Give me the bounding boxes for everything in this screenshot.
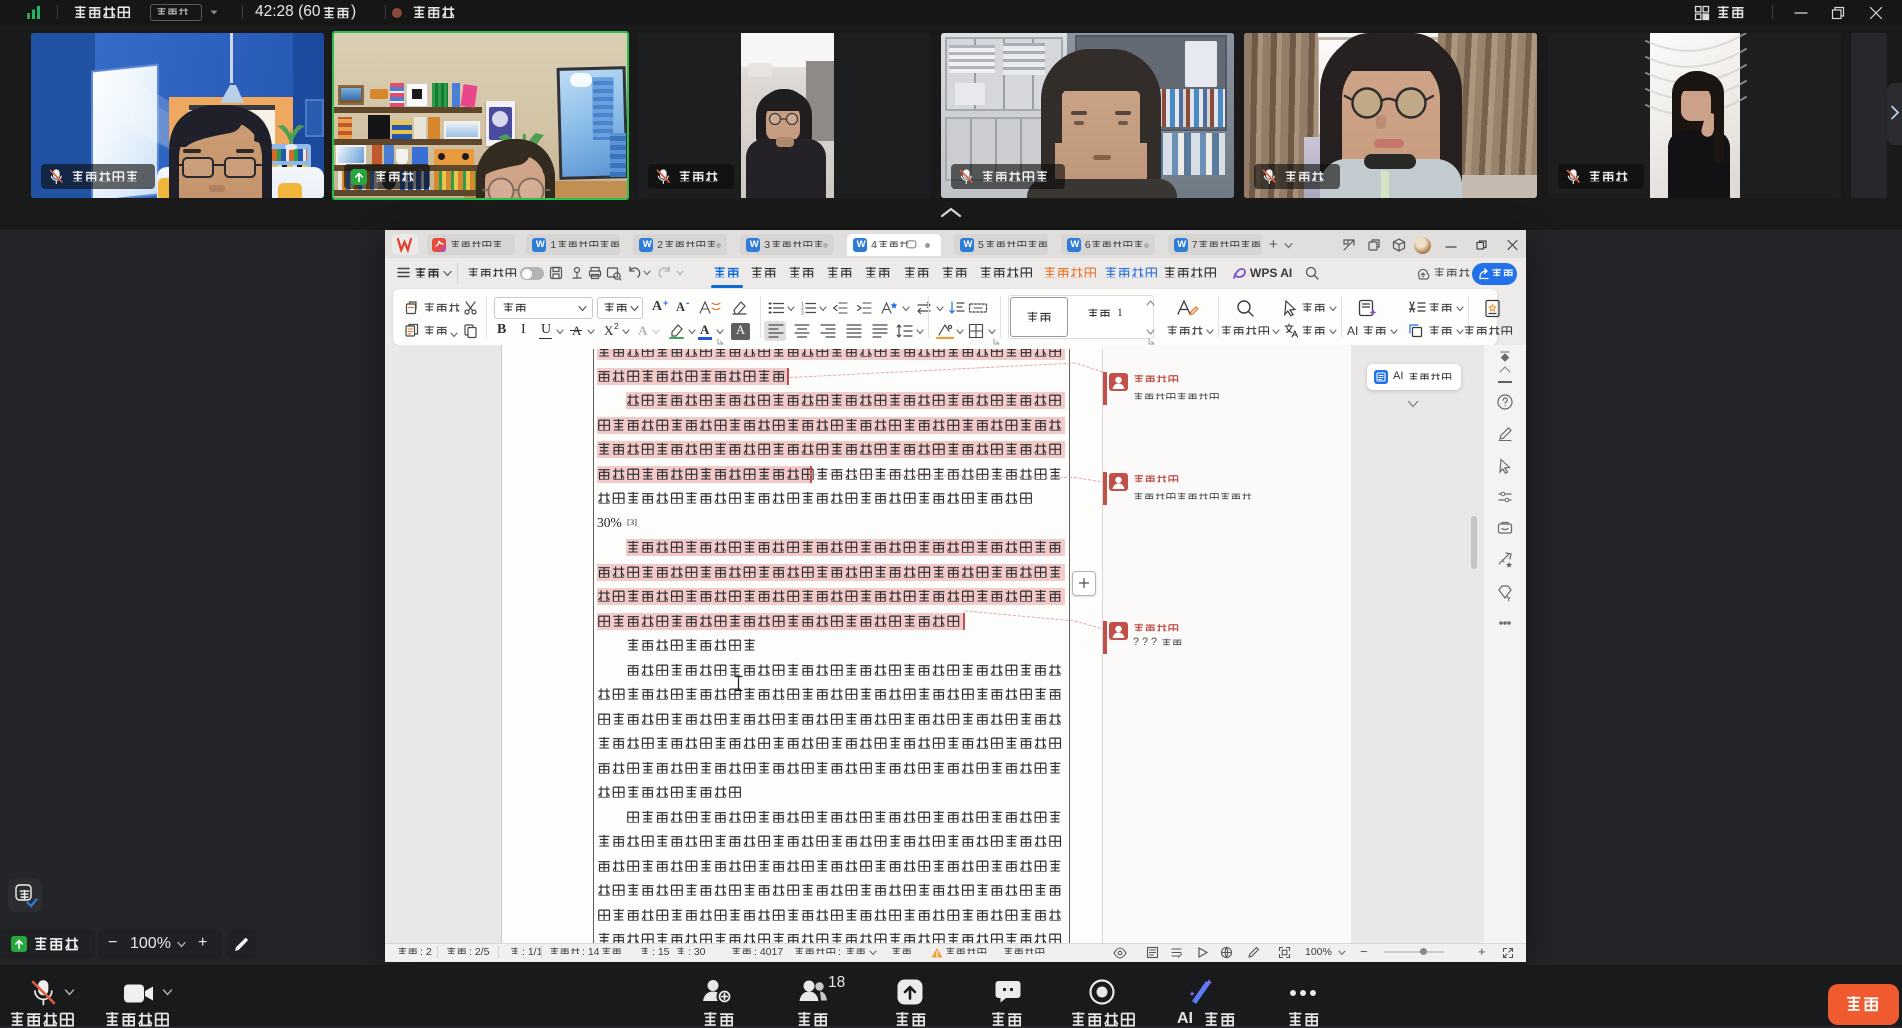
svg-text:3: 3 (801, 310, 804, 316)
